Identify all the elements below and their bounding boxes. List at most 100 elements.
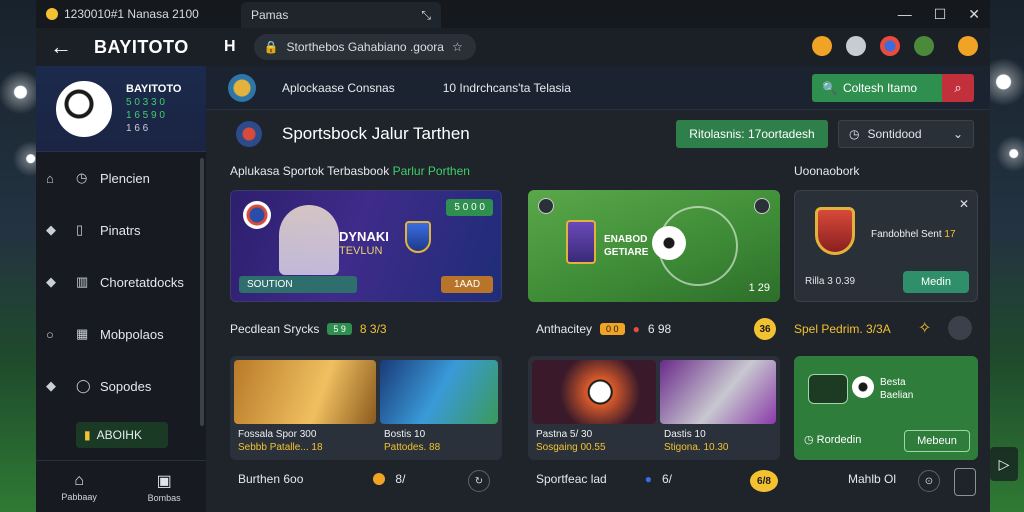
search-icon: ⌕ — [954, 80, 962, 95]
chevron-down-icon: ⌄ — [952, 127, 963, 141]
tab-inactive[interactable]: 1230010#1 Nanasa 2100 — [36, 7, 236, 21]
coin-badge[interactable]: 36 — [754, 318, 776, 340]
team-badge-icon — [243, 201, 271, 229]
info-icon[interactable] — [958, 36, 978, 56]
document-icon[interactable] — [954, 468, 976, 496]
page-title: Sportsbock Jalur Tarthen — [282, 124, 470, 143]
close-icon[interactable]: ✕ — [959, 197, 969, 211]
minimize-button[interactable]: — — [898, 6, 912, 22]
row-label-a-value: 8 3/3 — [359, 322, 387, 336]
title-row: Sportsbock Jalur Tarthen Ritolasnis: 17o… — [236, 118, 974, 150]
field-caption-2: GETIARE — [604, 247, 649, 258]
promo-card[interactable]: ✕ Fandobhel Sent 17 Rilla 3 0.39 Medin — [794, 190, 978, 302]
diamond-icon: ◆ — [46, 378, 56, 393]
add-button[interactable] — [948, 316, 972, 340]
primary-action-button[interactable]: Ritolasnis: 17oortadesh — [676, 120, 828, 148]
field-caption-1: ENABOD — [604, 234, 648, 245]
promo-title-text: Fandobhel Sent — [871, 229, 942, 240]
nav-bar: ← BAYITOTO H 🔒 Storthebos Gahabiano .goo… — [36, 28, 990, 66]
maximize-button[interactable]: ☐ — [934, 6, 947, 23]
refresh-button[interactable]: ↻ — [468, 470, 490, 492]
field-value: 1 29 — [748, 282, 770, 294]
settings-button[interactable]: ⊙ — [918, 470, 940, 492]
product-card-1[interactable]: Fossala Spor 300 Sebbb Patalle... 18 Bos… — [230, 356, 502, 460]
bookmark-star-icon[interactable]: ☆ — [452, 40, 463, 54]
clock-icon: ◷ — [849, 127, 860, 141]
tab-inactive-title: 1230010#1 Nanasa 2100 — [64, 7, 199, 21]
shield-icon — [815, 207, 855, 255]
extension-icons — [812, 36, 978, 56]
bottom-nav-pabbaay[interactable]: ⌂ Pabbaay — [61, 472, 97, 502]
profile-card[interactable]: BAYITOTO 5 0 3 3 0 1 6 5 9 0 1 6 6 — [36, 66, 206, 152]
hero-banner-card[interactable]: 5 0 0 0 DYNAKI TEVLUN SOUTION 1AAD — [230, 190, 502, 302]
url-text: Storthebos Gahabiano .goora — [286, 40, 444, 54]
settings-icon[interactable] — [538, 198, 554, 214]
sidebar-item-plencien[interactable]: ⌂ ◷ Plencien — [36, 152, 206, 204]
extension-gray-icon[interactable] — [846, 36, 866, 56]
app-logo-icon[interactable] — [228, 73, 256, 102]
bottom-row-a-value: 8/ — [395, 472, 406, 486]
promo-button[interactable]: Medin — [903, 271, 969, 293]
avatar — [56, 80, 112, 137]
bottom-row-a-text: Burthen 6oo — [238, 472, 304, 486]
header-tab-1[interactable]: Aplockaase Consnas — [282, 81, 395, 95]
clock-icon: ◷ — [804, 434, 814, 446]
row-label-a: Pecdlean Srycks 5 9 8 3/3 — [230, 322, 387, 336]
coin-badge[interactable]: 6/8 — [750, 470, 778, 492]
extension-orange-icon[interactable] — [812, 36, 832, 56]
profile-line2: 1 6 5 9 0 — [126, 109, 165, 121]
favicon-icon — [46, 8, 58, 20]
home-button[interactable]: H — [224, 38, 236, 56]
header-search-button[interactable]: 🔍 Coltesh Itamo — [812, 74, 942, 102]
expand-icon[interactable]: ⤡ — [421, 8, 431, 23]
row-label-a-text: Pecdlean Srycks — [230, 322, 320, 336]
sidebar-item-choretatdocks[interactable]: ◆ ▥ Choretatdocks — [36, 256, 206, 308]
extension-green-icon[interactable] — [914, 36, 934, 56]
promo-title-value: 17 — [944, 229, 956, 240]
bookmark-icon: ▮ — [84, 428, 91, 442]
product-title: Dastis 10 — [664, 429, 706, 440]
sidebar-item-mobpolaos[interactable]: ○ ▦ Mobpolaos — [36, 308, 206, 360]
row-label-b-pill: 0 0 — [600, 323, 625, 335]
close-button[interactable]: ✕ — [968, 6, 980, 23]
next-arrow-button[interactable]: ▷ — [990, 447, 1018, 481]
tab-active[interactable]: Pamas ⤡ — [241, 2, 441, 28]
bottom-row-b-text: Sportfeac lad — [536, 472, 607, 486]
product-thumb — [380, 360, 498, 424]
sidebar-scrollbar[interactable] — [200, 158, 204, 426]
football-icon — [852, 376, 874, 398]
tab-active-title: Pamas — [251, 8, 289, 22]
product-title: Fossala Spor 300 — [238, 429, 317, 440]
section-label-left: Aplukasa Sportok Terbasbook Parlur Porth… — [230, 164, 470, 178]
header-tab-2[interactable]: 10 Indrchcans'ta Telasia — [443, 81, 571, 95]
product-thumb — [234, 360, 376, 424]
sort-select[interactable]: ◷ Sontidood ⌄ — [838, 120, 974, 148]
sparkle-icon[interactable]: ✧ — [918, 318, 931, 338]
home-icon: ⌂ — [74, 471, 84, 489]
bottom-nav-label: Pabbaay — [61, 491, 97, 502]
football-field-card[interactable]: ENABOD GETIARE 1 29 — [528, 190, 780, 302]
url-bar[interactable]: 🔒 Storthebos Gahabiano .goora ☆ — [253, 34, 476, 60]
clock-icon: ◷ — [76, 170, 88, 185]
sidebar-item-sopodes[interactable]: ◆ ◯ Sopodes — [36, 360, 206, 412]
green-card-button[interactable]: Mebeun — [904, 430, 970, 452]
hero-title: DYNAKI — [339, 229, 389, 244]
sidebar-cta-button[interactable]: ▮ ABOIHK — [76, 422, 168, 448]
section-label-right: Uoonaobork — [794, 164, 860, 178]
green-promo-card[interactable]: Besta Baelian ◷ Rordedin Mebeun — [794, 356, 978, 460]
back-button[interactable]: ← — [50, 34, 72, 60]
chart-icon: ▥ — [76, 274, 89, 289]
bottom-nav-bombas[interactable]: ▣ Bombas — [148, 471, 181, 503]
product-subtitle: Sosgaing 00.55 — [536, 442, 606, 453]
search-submit-button[interactable]: ⌕ — [942, 74, 974, 102]
product-caption: Bostis 10 Pattodes. 88 — [384, 428, 440, 454]
product-card-2[interactable]: Pastna 5/ 30 Sosgaing 00.55 Dastis 10 St… — [528, 356, 780, 460]
header-search: 🔍 Coltesh Itamo ⌕ — [812, 74, 974, 102]
circle-icon: ◯ — [76, 378, 91, 393]
browser-profile-icon[interactable] — [880, 36, 900, 56]
more-icon[interactable] — [754, 198, 770, 214]
page-content: BAYITOTO 5 0 3 3 0 1 6 5 9 0 1 6 6 ⌂ ◷ P… — [36, 66, 990, 512]
product-subtitle: Stigona. 10.30 — [664, 442, 729, 453]
sidebar-item-pinatrs[interactable]: ◆ ▯ Pinatrs — [36, 204, 206, 256]
sidebar-item-label: Mobpolaos — [100, 326, 164, 342]
